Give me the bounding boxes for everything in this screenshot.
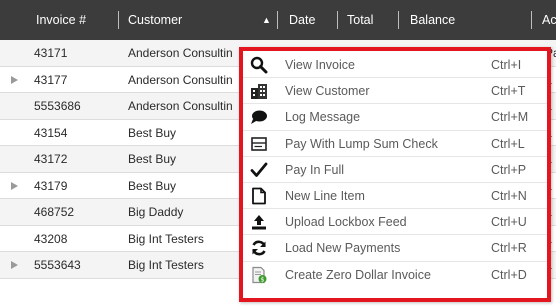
zero-invoice-icon: $ bbox=[250, 266, 268, 284]
expand-row-icon[interactable] bbox=[11, 261, 18, 269]
magnifier-icon bbox=[250, 56, 268, 74]
invoice-number-cell: 43177 bbox=[34, 72, 68, 87]
menu-item-shortcut: Ctrl+D bbox=[491, 267, 527, 282]
invoice-number-cell: 43154 bbox=[34, 125, 68, 140]
menu-item-shortcut: Ctrl+T bbox=[491, 84, 526, 99]
column-header-ac[interactable]: Ac bbox=[542, 0, 556, 40]
customer-cell: Best Buy bbox=[128, 152, 177, 166]
grid-header: Invoice # Customer ▲ Date Total Balance … bbox=[0, 0, 556, 40]
upload-icon bbox=[250, 213, 268, 231]
customer-cell: Anderson Consultin bbox=[128, 72, 233, 87]
menu-item-label: Create Zero Dollar Invoice bbox=[285, 267, 431, 282]
checkmark-icon bbox=[250, 161, 268, 179]
column-separator bbox=[337, 11, 338, 29]
column-header-balance[interactable]: Balance bbox=[410, 0, 470, 40]
invoice-number-cell: 468752 bbox=[34, 205, 75, 219]
invoice-number-cell: 5553643 bbox=[34, 258, 81, 272]
customer-building-icon bbox=[250, 82, 268, 100]
column-separator bbox=[531, 11, 532, 29]
menu-item-label: Load New Payments bbox=[285, 241, 401, 256]
customer-cell: Anderson Consultin bbox=[128, 46, 233, 60]
menu-item-shortcut: Ctrl+N bbox=[491, 189, 527, 203]
menu-item-load-payments[interactable]: Load New Payments Ctrl+R bbox=[243, 235, 547, 262]
column-header-total[interactable]: Total bbox=[347, 0, 387, 40]
svg-text:$: $ bbox=[260, 275, 264, 283]
menu-item-label: View Invoice bbox=[285, 58, 355, 72]
menu-item-view-invoice[interactable]: View Invoice Ctrl+I bbox=[243, 52, 547, 79]
menu-item-shortcut: Ctrl+U bbox=[491, 215, 527, 230]
speech-bubble-icon bbox=[250, 108, 268, 126]
menu-item-shortcut: Ctrl+L bbox=[491, 136, 525, 151]
menu-item-log-message[interactable]: Log Message Ctrl+M bbox=[243, 104, 547, 131]
context-menu: View Invoice Ctrl+I View Customer Ctrl+T… bbox=[239, 47, 551, 302]
menu-item-label: Upload Lockbox Feed bbox=[285, 215, 407, 230]
invoice-number-cell: 43179 bbox=[34, 178, 68, 193]
customer-cell: Big Int Testers bbox=[128, 258, 204, 272]
menu-item-shortcut: Ctrl+R bbox=[491, 241, 527, 256]
new-document-icon bbox=[250, 187, 268, 205]
column-separator bbox=[398, 11, 399, 29]
menu-item-shortcut: Ctrl+M bbox=[491, 110, 529, 125]
menu-item-shortcut: Ctrl+I bbox=[491, 58, 522, 72]
check-document-icon bbox=[250, 135, 268, 153]
customer-cell: Best Buy bbox=[128, 125, 177, 140]
menu-item-pay-in-full[interactable]: Pay In Full Ctrl+P bbox=[243, 157, 547, 183]
menu-item-new-line-item[interactable]: New Line Item Ctrl+N bbox=[243, 183, 547, 210]
menu-item-view-customer[interactable]: View Customer Ctrl+T bbox=[243, 78, 547, 105]
customer-cell: Anderson Consultin bbox=[128, 99, 233, 113]
context-menu-list: View Invoice Ctrl+I View Customer Ctrl+T… bbox=[243, 51, 547, 298]
invoice-number-cell: 43171 bbox=[34, 46, 68, 60]
menu-item-label: Log Message bbox=[285, 110, 361, 125]
menu-item-zero-dollar-invoice[interactable]: $ Create Zero Dollar Invoice Ctrl+D bbox=[243, 262, 547, 288]
menu-item-label: View Customer bbox=[285, 84, 370, 99]
expand-row-icon[interactable] bbox=[11, 181, 18, 190]
menu-item-label: New Line Item bbox=[285, 189, 365, 203]
customer-cell: Big Daddy bbox=[128, 205, 184, 219]
customer-cell: Best Buy bbox=[128, 178, 177, 193]
column-separator bbox=[277, 11, 278, 29]
invoice-number-cell: 43172 bbox=[34, 152, 68, 166]
menu-item-pay-lump-sum[interactable]: Pay With Lump Sum Check Ctrl+L bbox=[243, 131, 547, 157]
menu-item-label: Pay With Lump Sum Check bbox=[285, 136, 438, 151]
column-header-date[interactable]: Date bbox=[289, 0, 329, 40]
expand-row-icon[interactable] bbox=[11, 75, 18, 84]
customer-cell: Big Int Testers bbox=[128, 231, 204, 246]
refresh-icon bbox=[250, 239, 268, 257]
invoice-number-cell: 43208 bbox=[34, 231, 68, 246]
invoice-number-cell: 5553686 bbox=[34, 99, 81, 113]
menu-item-upload-lockbox[interactable]: Upload Lockbox Feed Ctrl+U bbox=[243, 209, 547, 236]
column-header-customer[interactable]: Customer bbox=[128, 0, 228, 40]
sort-ascending-icon[interactable]: ▲ bbox=[262, 0, 271, 40]
column-header-invoice[interactable]: Invoice # bbox=[36, 0, 116, 40]
menu-item-shortcut: Ctrl+P bbox=[491, 162, 527, 177]
column-separator bbox=[118, 11, 119, 29]
menu-item-label: Pay In Full bbox=[285, 162, 345, 177]
